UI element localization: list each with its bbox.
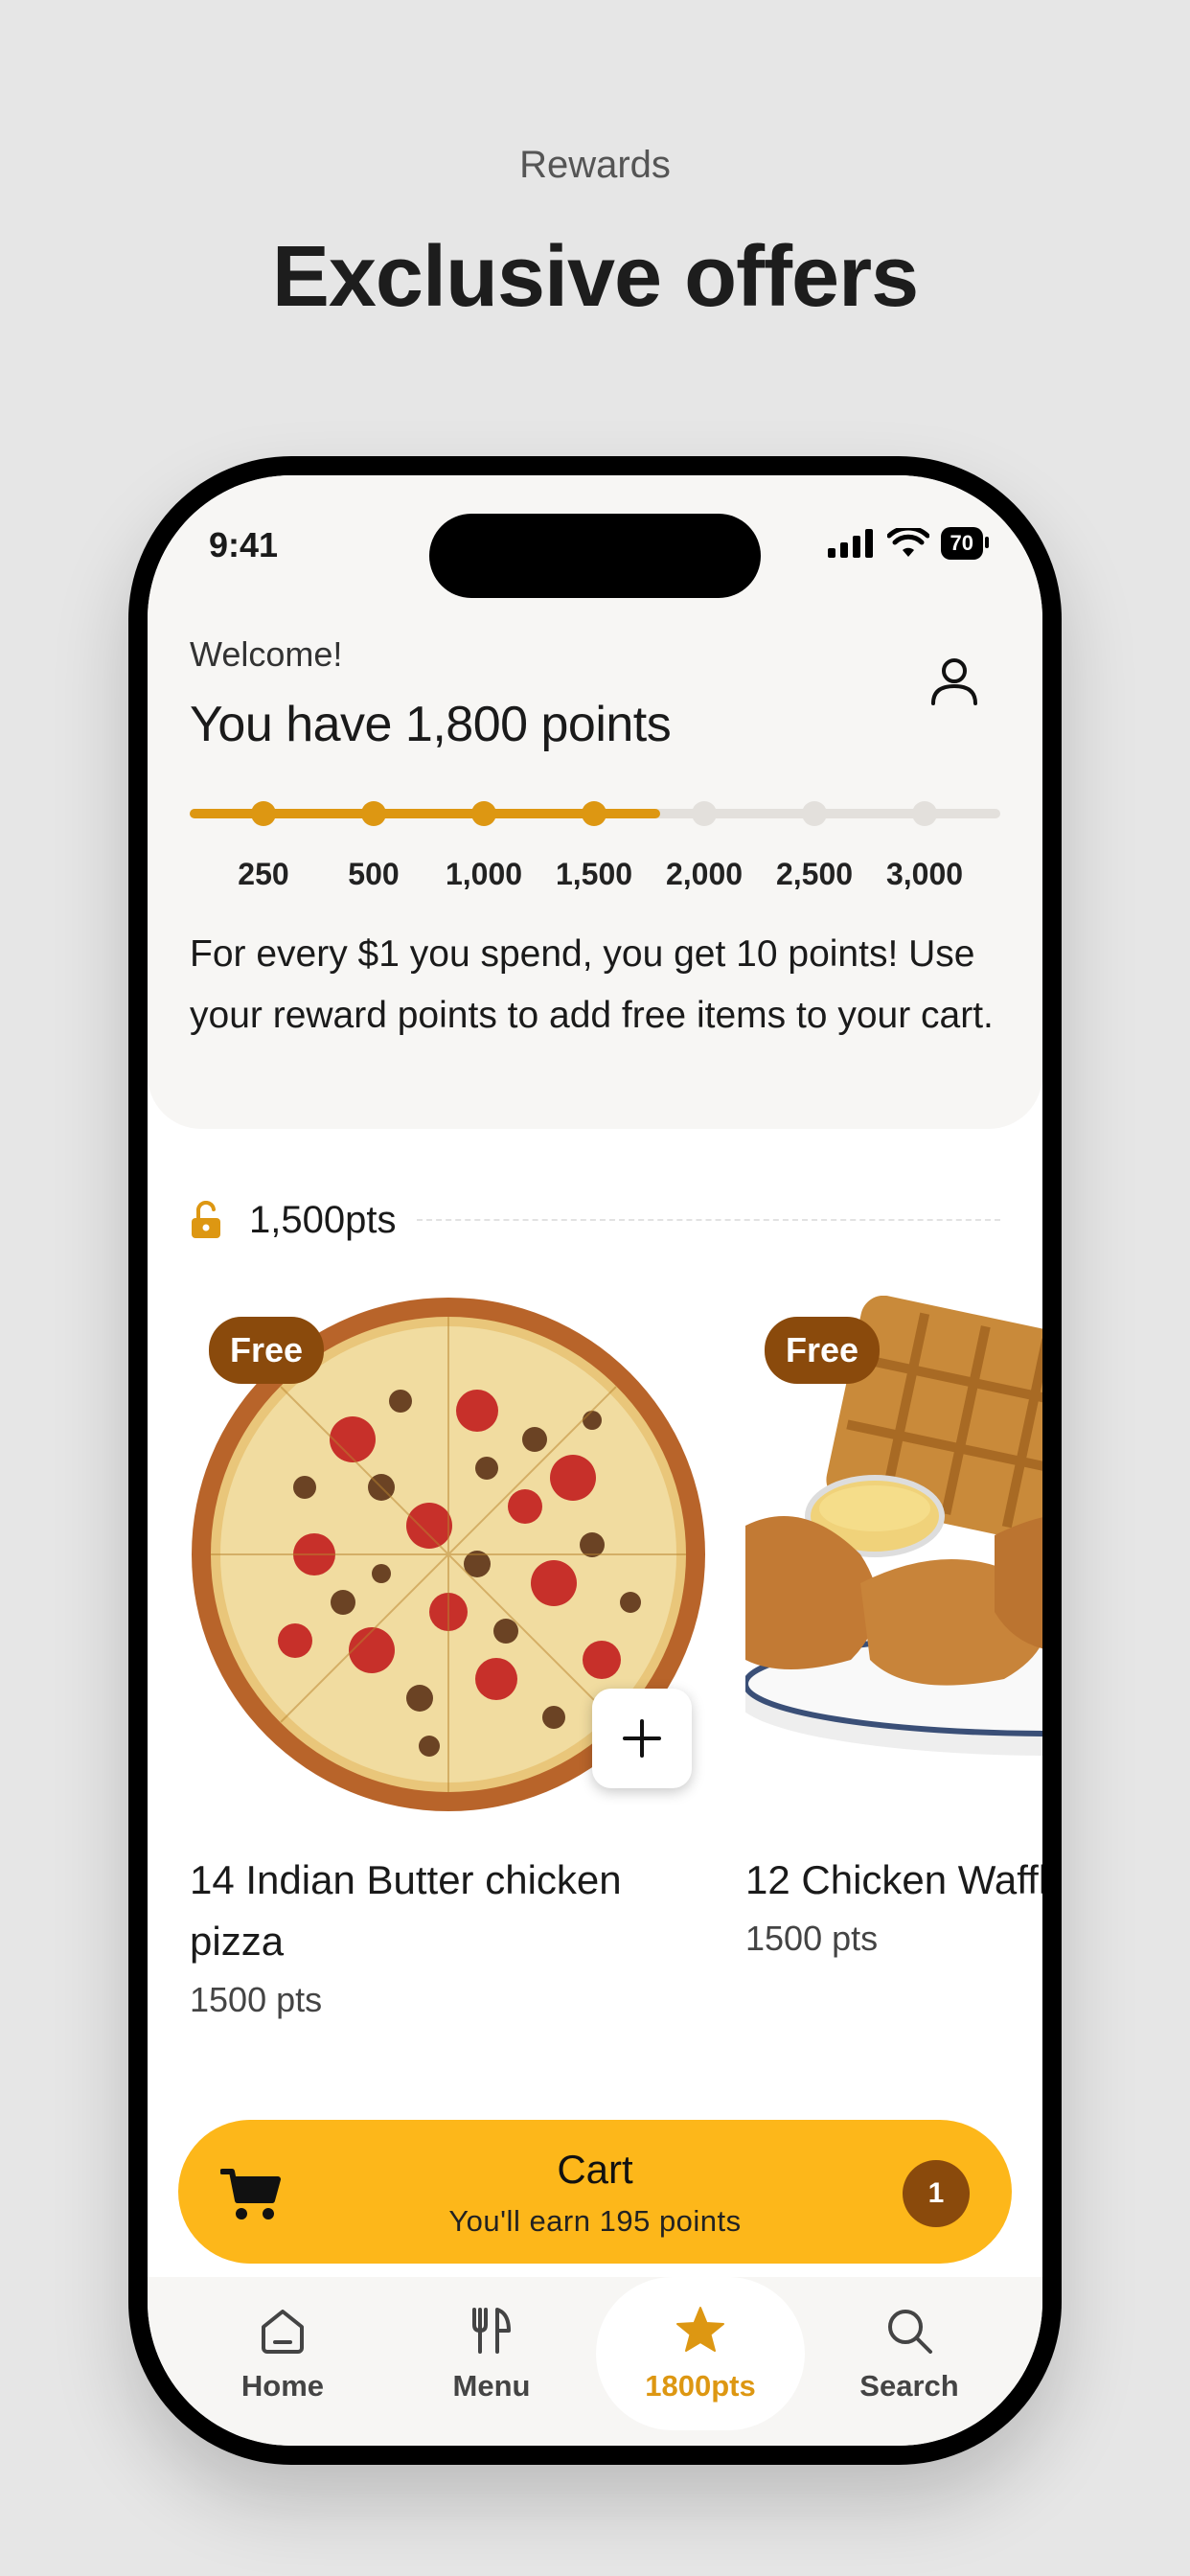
product-image-pizza: Free [190, 1296, 707, 1813]
milestone-label: 1,500 [555, 857, 633, 891]
unlock-icon [192, 1201, 220, 1238]
tab-label: Home [240, 2369, 325, 2403]
milestone-label: 500 [348, 857, 400, 891]
cart-button[interactable]: Cart You'll earn 195 points 1 [178, 2120, 1012, 2264]
bottom-tab-bar: Home Menu 1800pts Search [148, 2277, 1042, 2446]
product-card[interactable]: Free 12 Chicken Waffles 1500 pts [736, 1295, 1042, 1959]
milestone-label: 2,500 [775, 857, 854, 891]
product-name: 14 Indian Butter chicken pizza [190, 1857, 622, 1964]
dynamic-island [429, 514, 761, 598]
milestone-dot [912, 801, 937, 826]
fork-knife-icon [472, 2308, 511, 2354]
product-points: 1500 pts [745, 1919, 879, 1958]
search-icon [888, 2310, 932, 2354]
tab-search[interactable]: Search [805, 2277, 1014, 2446]
product-points: 1500 pts [190, 1980, 323, 2019]
milestone-dot [692, 801, 717, 826]
milestone-label: 3,000 [885, 857, 964, 891]
battery-indicator: 70 [940, 527, 990, 560]
product-image-chicken-waffles: Free [736, 1295, 1042, 1813]
cart-count-badge: 1 [903, 2160, 970, 2227]
points-progress-track [190, 801, 1000, 826]
cellular-signal-icon [827, 529, 873, 558]
milestone-dot [251, 801, 276, 826]
free-badge: Free [209, 1317, 325, 1384]
phone-screen: 9:41 70 Welcome! You have 1,800 points 2… [148, 475, 1042, 2446]
welcome-text: Welcome! [190, 634, 343, 674]
cart-earn-points: You'll earn 195 points [448, 2204, 742, 2238]
points-balance-title: You have 1,800 points [190, 697, 672, 752]
status-time: 9:41 [209, 525, 279, 564]
product-name: 12 Chicken Waffles [745, 1857, 1042, 1902]
tab-label: 1800pts [645, 2369, 756, 2403]
tab-home[interactable]: Home [178, 2277, 387, 2446]
user-icon[interactable] [926, 652, 983, 709]
status-icons: 70 [827, 527, 990, 560]
free-badge: Free [765, 1317, 881, 1384]
product-card[interactable]: Free 14 Indian Butter chicken pizza 1500… [190, 1296, 707, 2020]
star-icon [676, 2307, 724, 2352]
tier-header: 1,500pts [190, 1196, 1000, 1244]
tier-label: 1,500pts [249, 1198, 397, 1241]
cart-title: Cart [557, 2147, 633, 2192]
rewards-info-text: For every $1 you spend, you get 10 point… [190, 933, 994, 1036]
tab-points[interactable]: 1800pts [596, 2277, 805, 2446]
milestone-dot [471, 801, 496, 826]
wifi-icon [886, 528, 929, 557]
add-to-cart-button[interactable] [592, 1689, 692, 1788]
milestone-dot [802, 801, 827, 826]
milestone-label: 250 [238, 857, 289, 891]
plus-icon [623, 1719, 661, 1758]
phone-frame: 9:41 70 Welcome! You have 1,800 points 2… [128, 456, 1062, 2465]
milestone-label: 1,000 [445, 857, 523, 891]
tab-menu[interactable]: Menu [387, 2277, 596, 2446]
milestone-dot [361, 801, 386, 826]
tab-label: Menu [452, 2369, 531, 2403]
milestone-dot [582, 801, 606, 826]
tab-label: Search [859, 2369, 959, 2403]
home-icon [262, 2310, 304, 2354]
promo-subtitle: Rewards [519, 144, 671, 186]
tier-divider [417, 1219, 1000, 1221]
promo-title: Exclusive offers [271, 229, 919, 325]
milestone-label: 2,000 [665, 857, 744, 891]
